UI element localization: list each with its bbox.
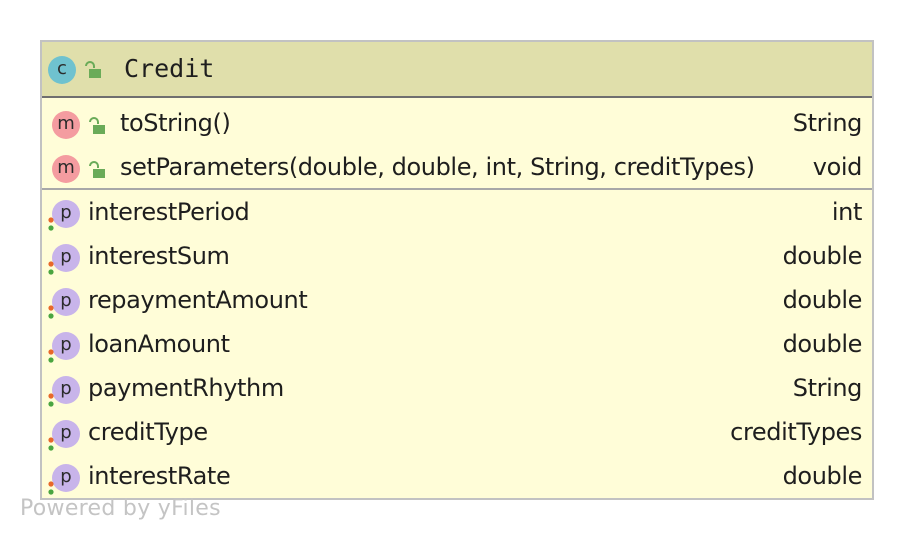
- property-row[interactable]: p creditType creditTypes: [42, 412, 872, 456]
- property-row[interactable]: p repaymentAmount double: [42, 280, 872, 324]
- property-row[interactable]: p interestSum double: [42, 236, 872, 280]
- property-type: double: [782, 330, 863, 358]
- property-icon: p: [52, 288, 80, 316]
- class-name: Credit: [124, 54, 215, 83]
- property-icon: p: [52, 332, 80, 360]
- method-row[interactable]: m toString() String: [42, 101, 872, 145]
- class-header: c Credit: [42, 42, 872, 98]
- property-icon: p: [52, 244, 80, 272]
- property-type: String: [792, 374, 863, 402]
- property-type: double: [782, 462, 863, 490]
- method-row[interactable]: m setParameters(double, double, int, Str…: [42, 145, 872, 189]
- method-return-type: String: [792, 109, 863, 137]
- property-row[interactable]: p paymentRhythm String: [42, 368, 872, 412]
- methods-section: m toString() String m setParameters(doub…: [42, 98, 872, 190]
- property-type: double: [782, 242, 863, 270]
- uml-class-node[interactable]: c Credit m toString() String m setParame…: [40, 40, 874, 500]
- method-return-type: void: [812, 153, 863, 181]
- public-lock-icon: [89, 117, 105, 134]
- properties-section: p interestPeriod int p interestSum doubl…: [42, 192, 872, 500]
- property-name: interestSum: [88, 242, 230, 270]
- property-icon: p: [52, 420, 80, 448]
- getter-setter-icon: [48, 261, 54, 275]
- public-lock-icon: [85, 61, 101, 78]
- property-row[interactable]: p interestRate double: [42, 456, 872, 500]
- property-icon: p: [52, 200, 80, 228]
- property-name: repaymentAmount: [88, 286, 308, 314]
- watermark: Powered by yFiles: [20, 496, 221, 521]
- property-name: creditType: [88, 418, 208, 446]
- getter-setter-icon: [48, 217, 54, 231]
- method-name: toString(): [120, 109, 231, 137]
- getter-setter-icon: [48, 305, 54, 319]
- property-icon: p: [52, 464, 80, 492]
- property-name: paymentRhythm: [88, 374, 284, 402]
- method-name: setParameters(double, double, int, Strin…: [120, 153, 755, 181]
- property-type: creditTypes: [730, 418, 862, 446]
- method-icon: m: [52, 111, 80, 139]
- public-lock-icon: [89, 161, 105, 178]
- class-kind-icon: c: [48, 56, 76, 84]
- property-name: interestRate: [88, 462, 231, 490]
- getter-setter-icon: [48, 349, 54, 363]
- property-name: interestPeriod: [88, 198, 250, 226]
- getter-setter-icon: [48, 393, 54, 407]
- property-row[interactable]: p loanAmount double: [42, 324, 872, 368]
- method-icon: m: [52, 155, 80, 183]
- property-icon: p: [52, 376, 80, 404]
- property-type: double: [782, 286, 863, 314]
- property-row[interactable]: p interestPeriod int: [42, 192, 872, 236]
- property-type: int: [831, 198, 862, 226]
- property-name: loanAmount: [88, 330, 230, 358]
- getter-setter-icon: [48, 437, 54, 451]
